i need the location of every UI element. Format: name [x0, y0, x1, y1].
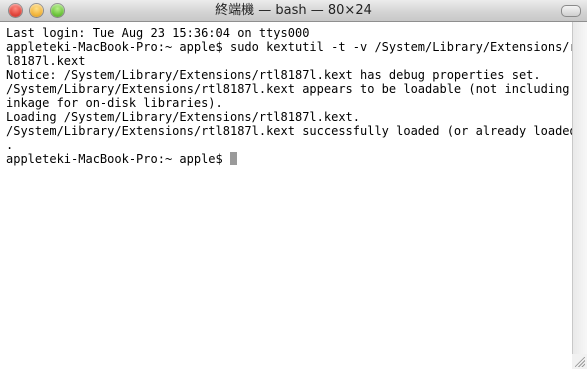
- toolbar-toggle-button[interactable]: [561, 5, 581, 17]
- window-title: 終端機 — bash — 80×24: [215, 3, 372, 18]
- title-bar[interactable]: × − + 終端機 — bash — 80×24: [0, 0, 587, 22]
- terminal-line: Last login: Tue Aug 23 15:36:04 on ttys0…: [6, 26, 310, 40]
- terminal-output: Last login: Tue Aug 23 15:36:04 on ttys0…: [6, 26, 584, 166]
- terminal-line: appleteki-MacBook-Pro:~ apple$ sudo kext…: [6, 40, 584, 54]
- terminal-line: Notice: /System/Library/Extensions/rtl81…: [6, 68, 541, 82]
- text-cursor: [229, 152, 237, 165]
- resize-grip-icon: [575, 357, 585, 367]
- terminal-line: inkage for on-disk libraries).: [6, 96, 223, 110]
- vertical-scrollbar[interactable]: ▲ ▼: [572, 22, 587, 369]
- terminal-line: l8187l.kext: [6, 54, 86, 68]
- terminal-line: .: [6, 138, 14, 152]
- terminal-content[interactable]: Last login: Tue Aug 23 15:36:04 on ttys0…: [0, 22, 584, 369]
- terminal-line: /System/Library/Extensions/rtl8187l.kext…: [6, 82, 584, 96]
- terminal-prompt: appleteki-MacBook-Pro:~ apple$: [6, 152, 230, 166]
- resize-handle[interactable]: [572, 354, 587, 369]
- terminal-line: /System/Library/Extensions/rtl8187l.kext…: [6, 124, 584, 138]
- terminal-prompt-line[interactable]: appleteki-MacBook-Pro:~ apple$: [6, 152, 584, 166]
- terminal-line: Loading /System/Library/Extensions/rtl81…: [6, 110, 361, 124]
- terminal-window: × − + 終端機 — bash — 80×24 Last login: Tue…: [0, 0, 587, 369]
